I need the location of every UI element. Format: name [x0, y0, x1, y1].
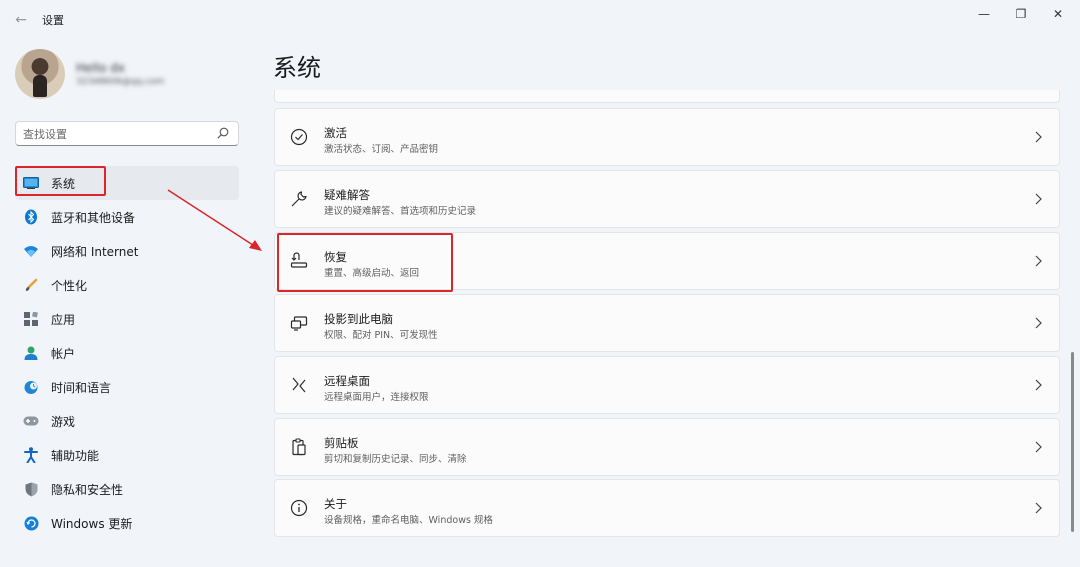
sidebar-item-accessibility[interactable]: 辅助功能 [15, 438, 239, 472]
search-box[interactable] [15, 121, 239, 146]
card-title: 关于 [324, 497, 347, 511]
card-about[interactable]: 关于 设备规格，重命名电脑、Windows 规格 [274, 479, 1060, 537]
sidebar-item-network[interactable]: 网络和 Internet [15, 234, 239, 268]
card-title: 投影到此电脑 [324, 312, 393, 326]
sidebar-item-apps[interactable]: 应用 [15, 302, 239, 336]
chevron-right-icon [1035, 379, 1042, 391]
sidebar-item-label: 网络和 Internet [51, 244, 139, 259]
chevron-right-icon [1035, 441, 1042, 453]
sidebar-item-gaming[interactable]: 游戏 [15, 404, 239, 438]
remote-desktop-icon [292, 377, 306, 393]
scrollbar[interactable] [1071, 352, 1074, 532]
sidebar-item-label: 帐户 [51, 346, 76, 361]
card-title: 激活 [324, 126, 347, 140]
sidebar-item-privacy[interactable]: 隐私和安全性 [15, 472, 239, 506]
sidebar-item-label: 游戏 [51, 414, 76, 429]
chevron-right-icon [1035, 317, 1042, 329]
sidebar-item-time-language[interactable]: 时间和语言 [15, 370, 239, 404]
user-email: 32348606@qq.com [76, 77, 165, 87]
sidebar-item-label: 个性化 [51, 278, 88, 293]
card-subtitle: 建议的疑难解答、首选项和历史记录 [324, 206, 477, 217]
sidebar-item-label: Windows 更新 [51, 516, 133, 531]
card-project-to-pc[interactable]: 投影到此电脑 权限、配对 PIN、可发现性 [274, 294, 1060, 352]
recovery-icon [290, 252, 308, 268]
accessibility-icon [23, 447, 39, 463]
chevron-right-icon [1035, 131, 1042, 143]
chevron-right-icon [1035, 193, 1042, 205]
brush-icon [23, 277, 39, 293]
card-subtitle: 剪切和复制历史记录、同步、清除 [324, 454, 467, 465]
search-input[interactable] [23, 125, 213, 143]
close-button[interactable]: ✕ [1046, 5, 1070, 23]
card-activation[interactable]: 激活 激活状态、订阅、产品密钥 [274, 108, 1060, 166]
check-circle-icon [290, 128, 308, 146]
app-title: 设置 [42, 14, 64, 27]
card-title: 恢复 [324, 250, 347, 264]
globe-clock-icon [23, 379, 39, 395]
info-icon [290, 499, 308, 517]
card-subtitle: 远程桌面用户，连接权限 [324, 392, 429, 403]
windows-update-icon [23, 515, 39, 531]
sidebar-item-label: 系统 [51, 176, 76, 191]
sidebar-item-accounts[interactable]: 帐户 [15, 336, 239, 370]
sidebar-item-label: 隐私和安全性 [51, 482, 124, 497]
sidebar-item-personalization[interactable]: 个性化 [15, 268, 239, 302]
card-recovery[interactable]: 恢复 重置、高级启动、返回 [274, 232, 1060, 290]
account-icon [23, 345, 39, 361]
card-subtitle: 重置、高级启动、返回 [324, 268, 420, 279]
clipboard-icon [292, 438, 306, 456]
project-icon [290, 316, 308, 331]
sidebar-item-windows-update[interactable]: Windows 更新 [15, 506, 239, 540]
title-bar: ← 设置 — ❐ ✕ [0, 0, 1080, 40]
system-monitor-icon [23, 175, 39, 191]
card-subtitle: 激活状态、订阅、产品密钥 [324, 144, 439, 155]
card-title: 剪贴板 [324, 436, 359, 450]
sidebar-item-bluetooth[interactable]: 蓝牙和其他设备 [15, 200, 239, 234]
shield-icon [23, 481, 39, 497]
card-subtitle: 权限、配对 PIN、可发现性 [324, 330, 438, 341]
chevron-right-icon [1035, 255, 1042, 267]
bluetooth-icon [23, 209, 39, 225]
user-name: Hello dx [76, 61, 125, 75]
back-button[interactable]: ← [10, 10, 32, 30]
wrench-icon [291, 191, 307, 207]
sidebar-item-label: 应用 [51, 312, 76, 327]
sidebar-nav: 系统 蓝牙和其他设备 网络和 Internet 个性化 应用 帐户 时间和语言 … [15, 166, 239, 540]
card-title: 疑难解答 [324, 188, 370, 202]
sidebar-item-label: 辅助功能 [51, 448, 100, 463]
card-partial [274, 90, 1060, 103]
page-title: 系统 [273, 54, 321, 82]
maximize-button[interactable]: ❐ [1009, 5, 1033, 23]
avatar[interactable] [15, 49, 65, 99]
search-icon[interactable] [216, 126, 230, 140]
card-clipboard[interactable]: 剪贴板 剪切和复制历史记录、同步、清除 [274, 418, 1060, 476]
minimize-button[interactable]: — [972, 5, 996, 23]
card-remote-desktop[interactable]: 远程桌面 远程桌面用户，连接权限 [274, 356, 1060, 414]
card-title: 远程桌面 [324, 374, 370, 388]
card-subtitle: 设备规格，重命名电脑、Windows 规格 [324, 515, 493, 526]
sidebar-item-system[interactable]: 系统 [15, 166, 239, 200]
wifi-icon [23, 243, 39, 259]
sidebar-item-label: 时间和语言 [51, 380, 112, 395]
chevron-right-icon [1035, 502, 1042, 514]
sidebar-item-label: 蓝牙和其他设备 [51, 210, 136, 225]
apps-icon [23, 311, 39, 327]
card-troubleshoot[interactable]: 疑难解答 建议的疑难解答、首选项和历史记录 [274, 170, 1060, 228]
gamepad-icon [23, 413, 39, 429]
